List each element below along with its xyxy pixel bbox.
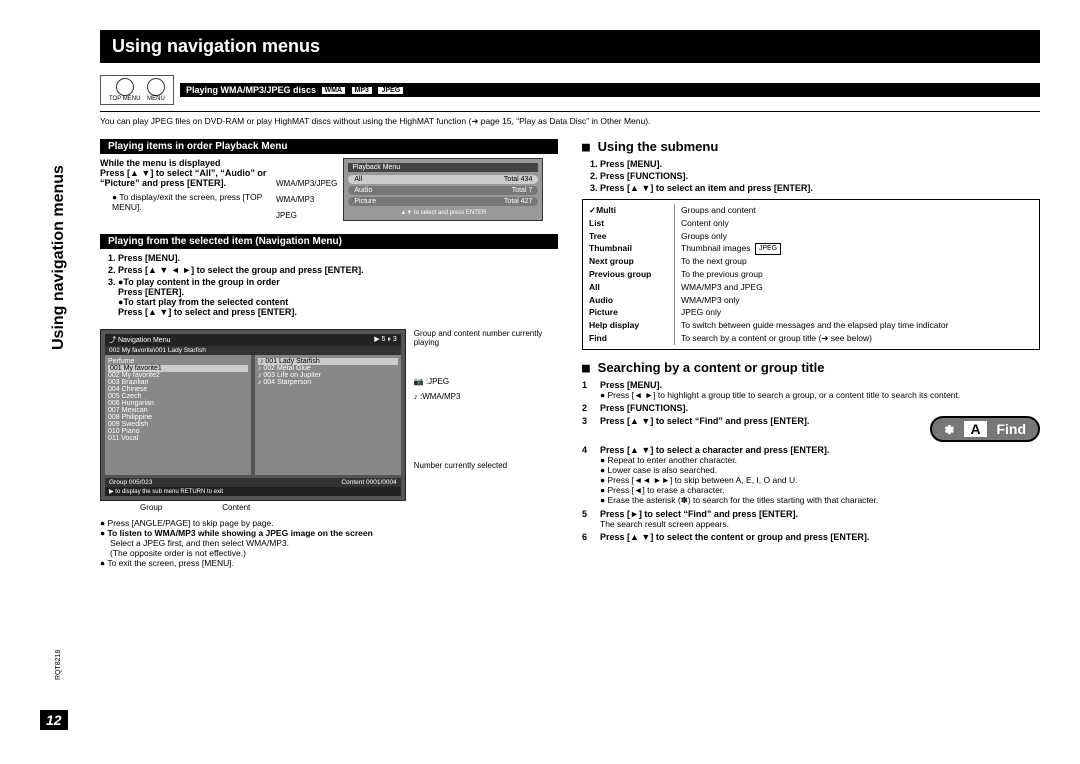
using-submenu: Using the submenu bbox=[598, 139, 719, 154]
submenu-item[interactable]: All bbox=[589, 281, 675, 294]
search-substep: ● Repeat to enter another character. bbox=[600, 455, 1040, 465]
disp-exit: To display/exit the screen, press [TOP M… bbox=[112, 192, 262, 212]
sub-step: Press [▲ ▼] to select an item and press … bbox=[600, 183, 1040, 193]
anno-num: Number currently selected bbox=[414, 461, 558, 470]
step: Press [MENU]. bbox=[118, 253, 558, 263]
step: Press [▲ ▼ ◄ ►] to select the group and … bbox=[118, 265, 558, 275]
submenu-desc: JPEG only bbox=[675, 306, 1033, 319]
fmt-mp3: MP3 bbox=[351, 86, 373, 95]
fmt-wma: WMA bbox=[321, 86, 347, 95]
submenu-item[interactable]: Tree bbox=[589, 230, 675, 243]
search-substep: The search result screen appears. bbox=[600, 519, 1040, 529]
playback-screen: Playback Menu AllTotal 434 AudioTotal 7 … bbox=[343, 158, 543, 221]
step: ●To play content in the group in order P… bbox=[118, 277, 558, 317]
submenu-item[interactable]: Previous group bbox=[589, 268, 675, 281]
section-title: Playing WMA/MP3/JPEG discs bbox=[186, 85, 316, 95]
content-label: Content bbox=[222, 503, 250, 512]
search-substep: ● Erase the asterisk (✽) to search for t… bbox=[600, 495, 1040, 506]
submenu-desc: WMA/MP3 and JPEG bbox=[675, 281, 1033, 294]
submenu-desc: To switch between guide messages and the… bbox=[675, 319, 1033, 332]
anno-wma: :WMA/MP3 bbox=[420, 392, 460, 401]
search-substep: ● Press [◄ ►] to highlight a group title… bbox=[600, 390, 1040, 400]
side-tab: Using navigation menus bbox=[50, 165, 68, 350]
nav-screen: ⤴ Navigation Menu▶ 5 ⏸ 3 002 My favorite… bbox=[100, 329, 406, 501]
submenu-item[interactable]: Audio bbox=[589, 294, 675, 307]
row-label: WMA/MP3/JPEG bbox=[276, 176, 337, 192]
submenu-item[interactable]: Find bbox=[589, 332, 675, 345]
submenu-desc: Thumbnail images JPEG bbox=[675, 242, 1033, 255]
topmenu-button[interactable] bbox=[116, 78, 134, 96]
submenu-desc: Groups and content bbox=[675, 204, 1033, 217]
search-step: Press [►] to select “Find” and press [EN… bbox=[600, 509, 1040, 519]
tip: Select a JPEG first, and then select WMA… bbox=[110, 538, 558, 548]
while-text: While the menu is displayed bbox=[100, 158, 270, 168]
rqt-code: RQT8218 bbox=[55, 650, 62, 680]
submenu-item[interactable]: Next group bbox=[589, 255, 675, 268]
nav-head: Playing from the selected item (Navigati… bbox=[100, 234, 558, 249]
header-note: You can play JPEG files on DVD-RAM or pl… bbox=[100, 116, 1040, 127]
tip: Press [ANGLE/PAGE] to skip page by page. bbox=[108, 518, 274, 528]
search-step: Press [MENU]. bbox=[600, 380, 1040, 390]
row-label: WMA/MP3 bbox=[276, 192, 337, 208]
search-step: Press [▲ ▼] to select a character and pr… bbox=[600, 445, 1040, 455]
find-pill: ✽A Find bbox=[930, 416, 1040, 442]
group-label: Group bbox=[140, 503, 162, 512]
submenu-desc: Content only bbox=[675, 217, 1033, 230]
search-substep: ● Lower case is also searched. bbox=[600, 465, 1040, 475]
submenu-table: ✓MultiGroups and contentListContent only… bbox=[582, 199, 1040, 350]
sub-step: Press [MENU]. bbox=[600, 159, 1040, 169]
sub-step: Press [FUNCTIONS]. bbox=[600, 171, 1040, 181]
submenu-desc: To search by a content or group title (➜… bbox=[675, 332, 1033, 345]
submenu-item[interactable]: Picture bbox=[589, 306, 675, 319]
submenu-item[interactable]: Thumbnail bbox=[589, 242, 675, 255]
anno-top: Group and content number currently playi… bbox=[414, 329, 558, 347]
page-title: Using navigation menus bbox=[100, 30, 1040, 63]
row-label: JPEG bbox=[276, 208, 337, 224]
submenu-desc: WMA/MP3 only bbox=[675, 294, 1033, 307]
press-select: Press [▲ ▼] to select “All”, “Audio” or … bbox=[100, 168, 270, 188]
search-substep: ● Press [◄◄ ►►] to skip between A, E, I,… bbox=[600, 475, 1040, 485]
submenu-item[interactable]: Help display bbox=[589, 319, 675, 332]
page-number: 12 bbox=[40, 710, 68, 730]
menu-button[interactable] bbox=[147, 78, 165, 96]
tip: To listen to WMA/MP3 while showing a JPE… bbox=[108, 528, 373, 538]
search-step: Press [▲ ▼] to select “Find” and press [… bbox=[600, 416, 924, 426]
search-title: Searching by a content or group title bbox=[598, 360, 825, 375]
group-pane[interactable]: Perfume 001 My favorite1 002 My favorite… bbox=[105, 355, 251, 475]
fmt-jpeg: JPEG bbox=[377, 86, 404, 95]
submenu-item[interactable]: ✓Multi bbox=[589, 204, 675, 217]
search-step: Press [▲ ▼] to select the content or gro… bbox=[600, 532, 1040, 542]
content-pane[interactable]: ♪ 001 Lady Starfish ♪ 002 Metal Glue ♪ 0… bbox=[255, 355, 401, 475]
search-substep: ● Press [◄] to erase a character. bbox=[600, 485, 1040, 495]
tip: To exit the screen, press [MENU]. bbox=[107, 558, 234, 568]
submenu-desc: To the previous group bbox=[675, 268, 1033, 281]
search-step: Press [FUNCTIONS]. bbox=[600, 403, 1040, 413]
submenu-desc: To the next group bbox=[675, 255, 1033, 268]
playback-head: Playing items in order Playback Menu bbox=[100, 139, 558, 154]
submenu-item[interactable]: List bbox=[589, 217, 675, 230]
submenu-desc: Groups only bbox=[675, 230, 1033, 243]
tip: (The opposite order is not effective.) bbox=[110, 548, 558, 558]
anno-jpeg: JPEG bbox=[428, 377, 449, 386]
remote-buttons: TOP MENU MENU bbox=[100, 75, 174, 105]
